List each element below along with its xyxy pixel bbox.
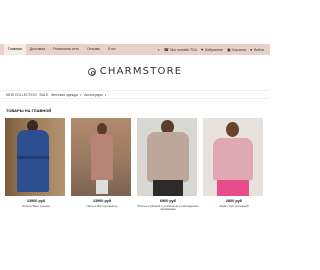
heart-icon: ♥ [200, 46, 204, 52]
product-name[interactable]: Пальто Виго (синее) [5, 204, 67, 209]
category-new-collection[interactable]: NEW COLLECTION [6, 93, 37, 97]
product-card[interactable]: 6900 руб Платье-рубашка с ремешком и нак… [137, 118, 199, 212]
account-link[interactable]: ● Войти [250, 46, 264, 52]
category-sale[interactable]: SALE [40, 93, 49, 97]
product-image[interactable] [203, 118, 263, 196]
top-right-links: ⌕ ☎ Мы онлайн 7/24 ♥ Избранное ▣ Корзина… [158, 44, 264, 55]
cart-link[interactable]: ▣ Корзина [227, 46, 247, 52]
product-card[interactable]: 13900 руб Пальто Виго (синее) [5, 118, 67, 208]
cart-label: Корзина [232, 47, 247, 52]
phone-link[interactable]: ☎ Мы онлайн 7/24 [163, 46, 197, 52]
logo-emblem-icon [87, 67, 96, 76]
logo-text: CHARMSTORE [99, 66, 183, 77]
product-name[interactable]: Платье-рубашка с ремешком и накладными к… [137, 204, 199, 213]
top-nav-blog[interactable]: Блог [104, 44, 120, 55]
top-nav-reviews[interactable]: Отзывы [83, 44, 104, 55]
product-image[interactable] [137, 118, 197, 196]
category-womens-clothing-label: Женская одежда [51, 93, 78, 97]
category-bar: NEW COLLECTION SALE Женская одежда ▾ Акс… [0, 90, 270, 99]
wishlist-link[interactable]: ♥ Избранное [200, 46, 224, 52]
product-name[interactable]: Пальто Виго (розовое) [71, 204, 133, 209]
product-card[interactable]: 2800 руб Жакет Луи (розовый) [203, 118, 265, 208]
account-label: Войти [253, 47, 264, 52]
wishlist-label: Избранное [204, 47, 224, 52]
product-image[interactable] [5, 118, 65, 196]
chevron-down-icon: ▾ [104, 93, 107, 97]
product-image[interactable] [71, 118, 131, 196]
search-link[interactable]: ⌕ [157, 46, 160, 52]
product-price: 2800 руб [225, 199, 243, 203]
user-icon: ● [250, 46, 253, 52]
product-price: 13900 руб [92, 199, 112, 203]
phone-label: Мы онлайн 7/24 [170, 47, 197, 52]
top-nav-home[interactable]: Главная [4, 44, 26, 55]
category-womens-clothing[interactable]: Женская одежда ▾ [51, 93, 81, 97]
top-nav-delivery[interactable]: Доставка [26, 44, 49, 55]
cart-icon: ▣ [227, 46, 231, 52]
category-accessories[interactable]: Аксессуары ▾ [84, 93, 106, 97]
top-nav-retail[interactable]: Розничная сеть [49, 44, 83, 55]
top-bar: Главная Доставка Розничная сеть Отзывы Б… [0, 44, 270, 55]
site-logo[interactable]: CHARMSTORE [0, 66, 270, 77]
category-nav: NEW COLLECTION SALE Женская одежда ▾ Акс… [6, 91, 106, 99]
category-accessories-label: Аксессуары [84, 93, 103, 97]
phone-icon: ☎ [163, 46, 169, 52]
section-title: ТОВАРЫ НА ГЛАВНОЙ [6, 108, 52, 113]
product-price: 13900 руб [26, 199, 46, 203]
product-price: 6900 руб [159, 199, 177, 203]
product-name[interactable]: Жакет Луи (розовый) [203, 204, 265, 209]
search-icon: ⌕ [157, 46, 160, 52]
top-nav: Главная Доставка Розничная сеть Отзывы Б… [4, 44, 120, 55]
chevron-down-icon: ▾ [79, 93, 82, 97]
product-card[interactable]: 13900 руб Пальто Виго (розовое) [71, 118, 133, 208]
